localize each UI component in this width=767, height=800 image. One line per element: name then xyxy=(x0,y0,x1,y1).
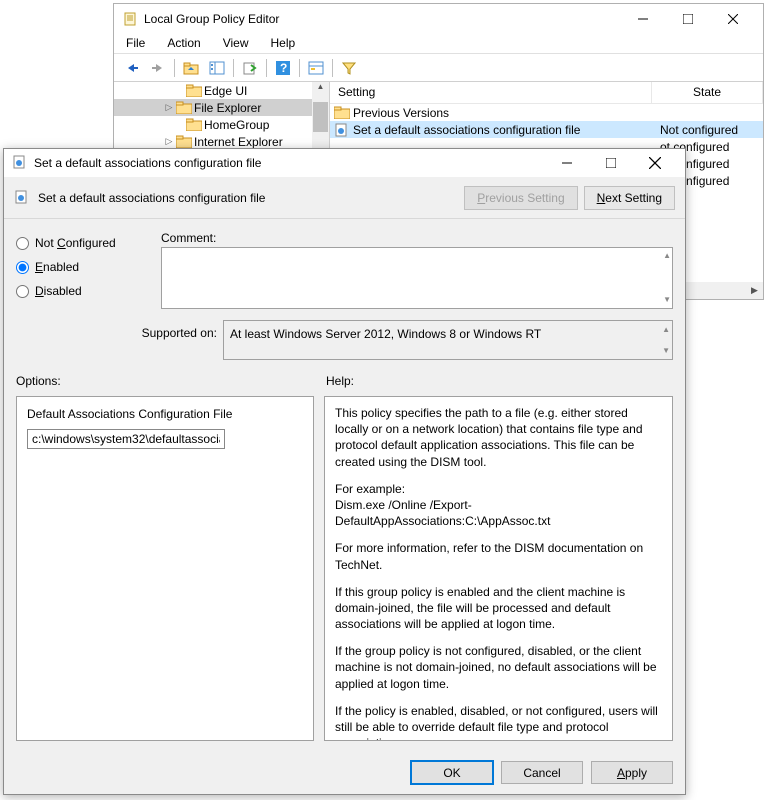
scroll-down-icon[interactable]: ▼ xyxy=(662,346,670,355)
dialog-footer: OK Cancel Apply xyxy=(411,761,673,784)
list-row[interactable]: Set a default associations configuration… xyxy=(330,121,763,138)
minimize-button[interactable] xyxy=(620,5,665,33)
dialog-header: Set a default associations configuration… xyxy=(4,177,685,219)
radio-enabled[interactable]: Enabled xyxy=(16,255,151,279)
close-button[interactable] xyxy=(633,150,677,176)
dialog-titlebar: Set a default associations configuration… xyxy=(4,149,685,177)
help-pane[interactable]: This policy specifies the path to a file… xyxy=(324,396,673,741)
gpo-window-title: Local Group Policy Editor xyxy=(144,12,620,26)
help-label: Help: xyxy=(326,374,354,388)
tree-item-label: HomeGroup xyxy=(204,118,269,132)
help-icon[interactable]: ? xyxy=(271,57,295,79)
policy-icon xyxy=(12,155,28,171)
col-state[interactable]: State xyxy=(652,82,763,103)
policy-icon xyxy=(334,123,350,137)
folder-icon xyxy=(186,118,202,132)
col-setting[interactable]: Setting xyxy=(330,82,652,103)
list-header: Setting State xyxy=(330,82,763,104)
gpo-toolbar: ? xyxy=(114,54,763,82)
scroll-up-icon[interactable]: ▲ xyxy=(662,325,670,334)
tree-item-homegroup[interactable]: HomeGroup xyxy=(114,116,329,133)
tree-item-label: File Explorer xyxy=(194,101,261,115)
supported-label: Supported on: xyxy=(16,320,223,360)
menu-action[interactable]: Action xyxy=(163,34,204,53)
previous-setting-button: Previous Setting xyxy=(464,186,577,210)
scroll-down-icon[interactable]: ▼ xyxy=(663,295,671,304)
dialog-header-title: Set a default associations configuration… xyxy=(38,191,464,205)
expand-arrow-icon[interactable]: ▷ xyxy=(164,102,174,113)
tree-item-label: Edge UI xyxy=(204,84,247,98)
radio-disabled[interactable]: Disabled xyxy=(16,279,151,303)
state-radio-group: Not Configured Enabled Disabled xyxy=(16,231,151,312)
extended-view-icon[interactable] xyxy=(304,57,328,79)
next-setting-button[interactable]: Next Setting xyxy=(584,186,675,210)
comment-label: Comment: xyxy=(161,231,673,245)
back-button[interactable] xyxy=(120,57,144,79)
list-row[interactable]: Previous Versions xyxy=(330,104,763,121)
field-label: Default Associations Configuration File xyxy=(27,407,303,421)
tree-item-edge-ui[interactable]: Edge UI xyxy=(114,82,329,99)
maximize-button[interactable] xyxy=(589,150,633,176)
gpo-titlebar: Local Group Policy Editor xyxy=(114,4,763,34)
menu-view[interactable]: View xyxy=(219,34,253,53)
cancel-button[interactable]: Cancel xyxy=(501,761,583,784)
config-file-input[interactable] xyxy=(27,429,225,449)
gpo-app-icon xyxy=(122,11,138,27)
menu-help[interactable]: Help xyxy=(267,34,300,53)
folder-icon xyxy=(334,106,350,119)
close-button[interactable] xyxy=(710,5,755,33)
policy-dialog: Set a default associations configuration… xyxy=(3,148,686,795)
folder-icon xyxy=(186,84,202,98)
tree-toggle-icon[interactable] xyxy=(205,57,229,79)
folder-up-icon[interactable] xyxy=(179,57,203,79)
maximize-button[interactable] xyxy=(665,5,710,33)
radio-not-configured[interactable]: Not Configured xyxy=(16,231,151,255)
options-label: Options: xyxy=(16,374,326,388)
folder-icon xyxy=(176,135,192,149)
comment-textarea[interactable] xyxy=(161,247,673,309)
filter-icon[interactable] xyxy=(337,57,361,79)
scroll-up-icon[interactable]: ▲ xyxy=(663,251,671,260)
gpo-menubar: File Action View Help xyxy=(114,34,763,54)
forward-button[interactable] xyxy=(146,57,170,79)
svg-text:?: ? xyxy=(280,61,287,75)
policy-icon xyxy=(14,190,30,206)
tree-item-label: Internet Explorer xyxy=(194,135,283,149)
menu-file[interactable]: File xyxy=(122,34,149,53)
minimize-button[interactable] xyxy=(545,150,589,176)
export-list-icon[interactable] xyxy=(238,57,262,79)
apply-button[interactable]: Apply xyxy=(591,761,673,784)
expand-arrow-icon[interactable]: ▷ xyxy=(164,136,174,147)
tree-item-file-explorer[interactable]: ▷ File Explorer xyxy=(114,99,329,116)
folder-icon xyxy=(176,101,192,115)
ok-button[interactable]: OK xyxy=(411,761,493,784)
options-pane: Default Associations Configuration File xyxy=(16,396,314,741)
dialog-title: Set a default associations configuration… xyxy=(34,156,545,170)
supported-on-box: At least Windows Server 2012, Windows 8 … xyxy=(223,320,673,360)
